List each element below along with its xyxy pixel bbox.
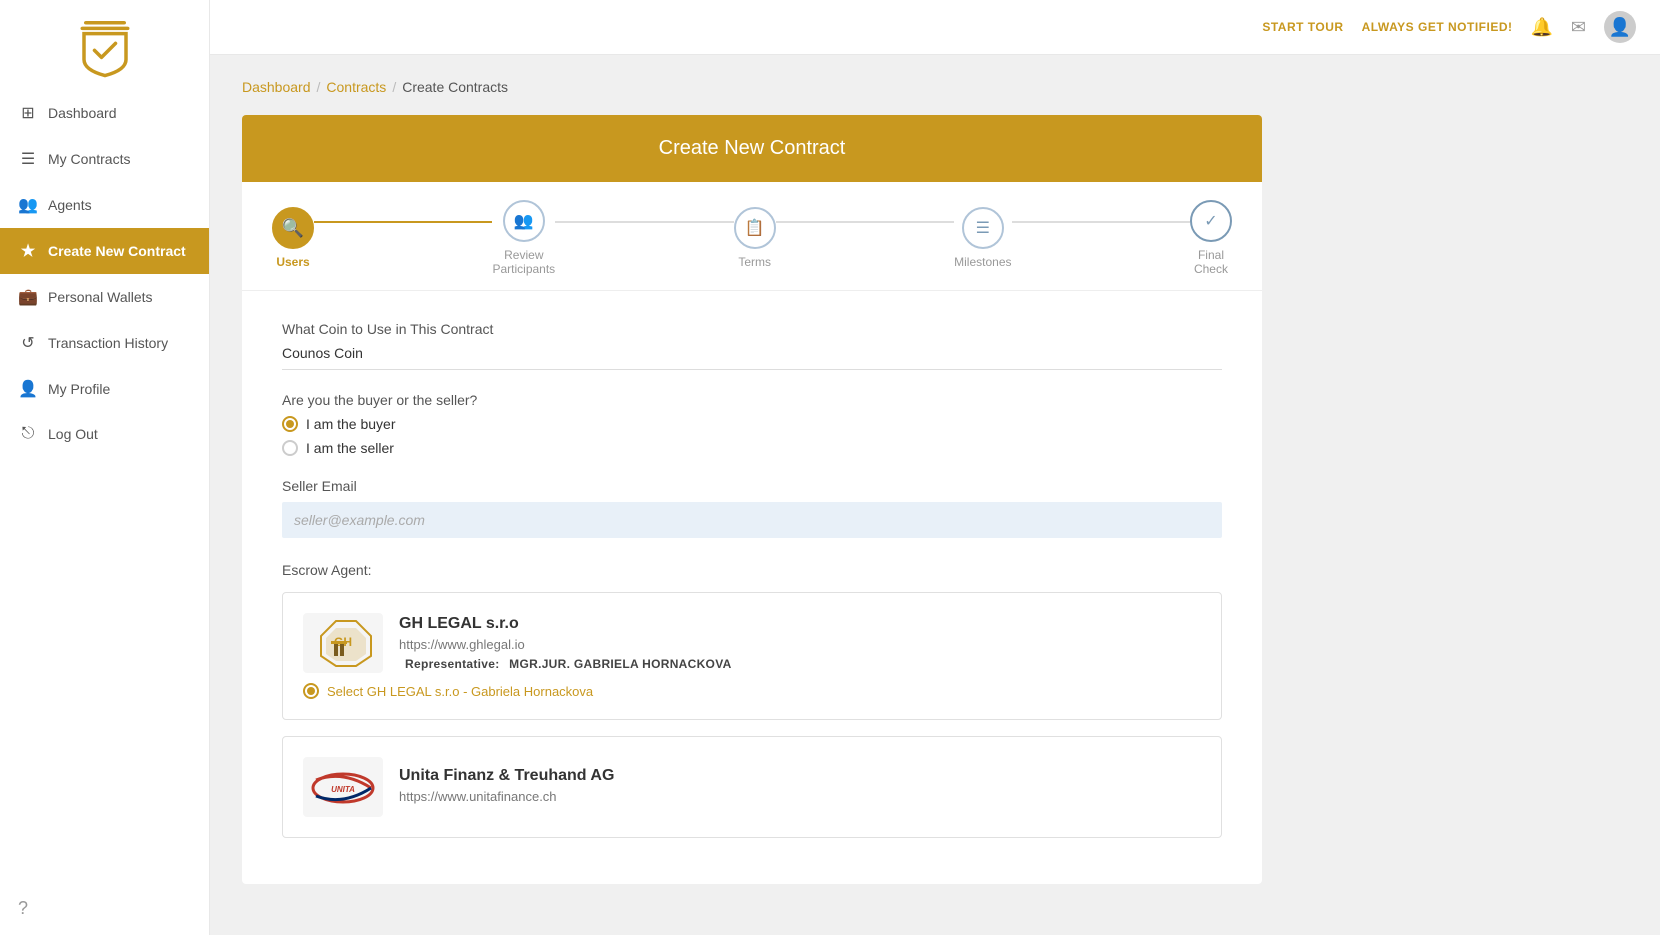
step-users-circle: 🔍: [272, 207, 314, 249]
sidebar-item-transaction-history[interactable]: ↺ Transaction History: [0, 320, 209, 366]
step-terms[interactable]: 📋 Terms: [734, 189, 776, 283]
sidebar-item-agents[interactable]: 👥 Agents: [0, 182, 209, 228]
history-icon: ↺: [18, 333, 38, 353]
step-connector-2: [555, 221, 733, 223]
breadcrumb-contracts[interactable]: Contracts: [326, 79, 386, 95]
sidebar-item-my-profile[interactable]: 👤 My Profile: [0, 366, 209, 412]
breadcrumb-dashboard[interactable]: Dashboard: [242, 79, 311, 95]
unita-info: Unita Finanz & Treuhand AG https://www.u…: [399, 767, 1201, 808]
step-final-label: Final Check: [1190, 248, 1232, 276]
unita-logo-svg: UNITA: [306, 760, 381, 815]
escrow-label: Escrow Agent:: [282, 562, 1222, 578]
contracts-icon: ☰: [18, 149, 38, 169]
coin-value: Counos Coin: [282, 345, 1222, 370]
dashboard-icon: ⊞: [18, 103, 38, 123]
review-icon: 👥: [514, 211, 534, 231]
card-header: Create New Contract: [242, 115, 1262, 182]
logout-icon: ⎋: [18, 425, 38, 443]
unita-logo: UNITA: [303, 757, 383, 817]
sidebar-item-dashboard[interactable]: ⊞ Dashboard: [0, 90, 209, 136]
buyer-option[interactable]: I am the buyer: [282, 416, 1222, 432]
profile-icon: 👤: [18, 379, 38, 399]
wallets-icon: 💼: [18, 287, 38, 307]
unita-name: Unita Finanz & Treuhand AG: [399, 767, 1201, 785]
step-connector-4: [1012, 221, 1190, 223]
agents-icon: 👥: [18, 195, 38, 215]
role-radio-group: I am the buyer I am the seller: [282, 416, 1222, 456]
step-users[interactable]: 🔍 Users: [272, 189, 314, 283]
step-terms-circle: 📋: [734, 207, 776, 249]
gh-legal-url: https://www.ghlegal.io: [399, 637, 1201, 652]
logo-icon: [70, 14, 140, 84]
gh-legal-select-option[interactable]: Select GH LEGAL s.r.o - Gabriela Hornack…: [303, 683, 1201, 699]
seller-email-input[interactable]: [282, 502, 1222, 538]
seller-label: I am the seller: [306, 440, 394, 456]
sidebar: ⊞ Dashboard ☰ My Contracts 👥 Agents ★ Cr…: [0, 0, 210, 935]
gh-legal-name: GH LEGAL s.r.o: [399, 615, 1201, 633]
role-label: Are you the buyer or the seller?: [282, 392, 1222, 408]
svg-text:UNITA: UNITA: [331, 785, 355, 794]
terms-icon: 📋: [745, 218, 765, 238]
notification-bell-icon[interactable]: 🔔: [1530, 17, 1552, 38]
gh-legal-info: GH LEGAL s.r.o https://www.ghlegal.io Re…: [399, 615, 1201, 671]
breadcrumb: Dashboard / Contracts / Create Contracts: [242, 79, 1628, 95]
step-milestones[interactable]: ☰ Milestones: [954, 189, 1011, 283]
create-contract-icon: ★: [18, 241, 38, 261]
content-area: Dashboard / Contracts / Create Contracts…: [210, 55, 1660, 935]
buyer-radio[interactable]: [282, 416, 298, 432]
help-icon[interactable]: ?: [0, 882, 209, 935]
step-review[interactable]: 👥 Review Participants: [492, 182, 555, 290]
avatar-icon: 👤: [1609, 17, 1631, 38]
coin-label: What Coin to Use in This Contract: [282, 321, 1222, 337]
seller-email-label: Seller Email: [282, 478, 1222, 494]
sidebar-item-create-new-contract[interactable]: ★ Create New Contract: [0, 228, 209, 274]
gh-legal-rep: Representative: MGR.JUR. GABRIELA HORNAC…: [399, 656, 1201, 671]
contract-card: Create New Contract 🔍 Users 👥 Re: [242, 115, 1262, 884]
user-avatar[interactable]: 👤: [1604, 11, 1636, 43]
gh-legal-radio[interactable]: [303, 683, 319, 699]
buyer-label: I am the buyer: [306, 416, 396, 432]
seller-radio[interactable]: [282, 440, 298, 456]
step-review-circle: 👥: [503, 200, 545, 242]
escrow-top-unita: UNITA Unita Finanz & Treuhand AG https:/…: [303, 757, 1201, 817]
breadcrumb-current: Create Contracts: [402, 79, 508, 95]
checkmark-icon: ✓: [1204, 211, 1217, 231]
escrow-card-unita: UNITA Unita Finanz & Treuhand AG https:/…: [282, 736, 1222, 838]
main-content: START TOUR ALWAYS GET NOTIFIED! 🔔 ✉ 👤 Da…: [210, 0, 1660, 935]
mail-icon[interactable]: ✉: [1571, 17, 1586, 38]
seller-option[interactable]: I am the seller: [282, 440, 1222, 456]
sidebar-item-personal-wallets[interactable]: 💼 Personal Wallets: [0, 274, 209, 320]
sidebar-item-log-out[interactable]: ⎋ Log Out: [0, 412, 209, 456]
sidebar-nav: ⊞ Dashboard ☰ My Contracts 👥 Agents ★ Cr…: [0, 90, 209, 882]
gh-legal-logo: GH: [303, 613, 383, 673]
step-final-check[interactable]: ✓ Final Check: [1190, 182, 1232, 290]
logo: [0, 0, 209, 90]
step-milestones-circle: ☰: [962, 207, 1004, 249]
search-icon: 🔍: [282, 218, 304, 239]
gh-legal-logo-svg: GH: [306, 616, 381, 671]
step-terms-label: Terms: [738, 255, 771, 269]
escrow-top-gh: GH GH LEGAL s.r.o https://www.ghlegal.io: [303, 613, 1201, 673]
milestones-icon: ☰: [976, 218, 990, 238]
unita-url: https://www.unitafinance.ch: [399, 789, 1201, 804]
step-review-label: Review Participants: [492, 248, 555, 276]
step-milestones-label: Milestones: [954, 255, 1011, 269]
form-section: What Coin to Use in This Contract Counos…: [242, 291, 1262, 884]
steps-bar: 🔍 Users 👥 Review Participants 📋: [242, 182, 1262, 291]
topbar: START TOUR ALWAYS GET NOTIFIED! 🔔 ✉ 👤: [210, 0, 1660, 55]
always-notified-link[interactable]: ALWAYS GET NOTIFIED!: [1362, 20, 1513, 34]
sidebar-item-my-contracts[interactable]: ☰ My Contracts: [0, 136, 209, 182]
step-final-circle: ✓: [1190, 200, 1232, 242]
escrow-card-gh-legal: GH GH LEGAL s.r.o https://www.ghlegal.io: [282, 592, 1222, 720]
step-connector-1: [314, 221, 492, 223]
step-users-label: Users: [276, 255, 309, 269]
step-connector-3: [776, 221, 954, 223]
start-tour-link[interactable]: START TOUR: [1262, 20, 1343, 34]
